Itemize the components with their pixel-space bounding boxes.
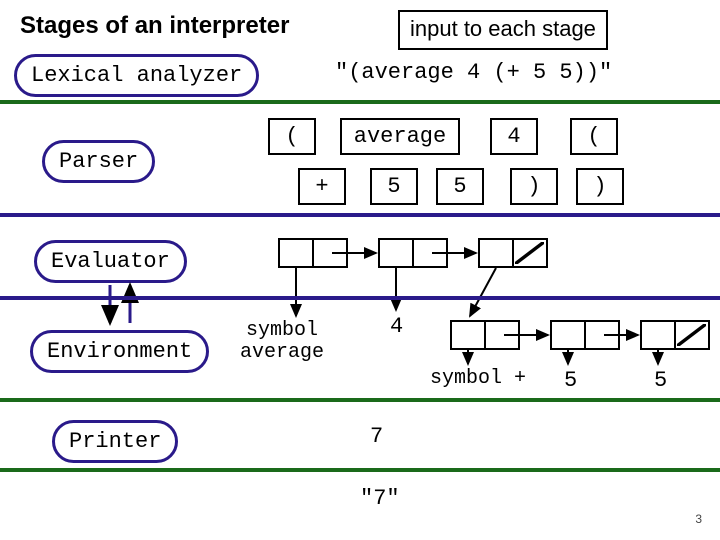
divider bbox=[0, 468, 720, 472]
print-result: "7" bbox=[360, 486, 400, 511]
divider bbox=[0, 296, 720, 300]
page-number: 3 bbox=[695, 512, 702, 526]
eval-result: 7 bbox=[370, 424, 383, 449]
stage-printer: Printer bbox=[52, 420, 178, 463]
stage-environment: Environment bbox=[30, 330, 209, 373]
divider bbox=[0, 398, 720, 402]
